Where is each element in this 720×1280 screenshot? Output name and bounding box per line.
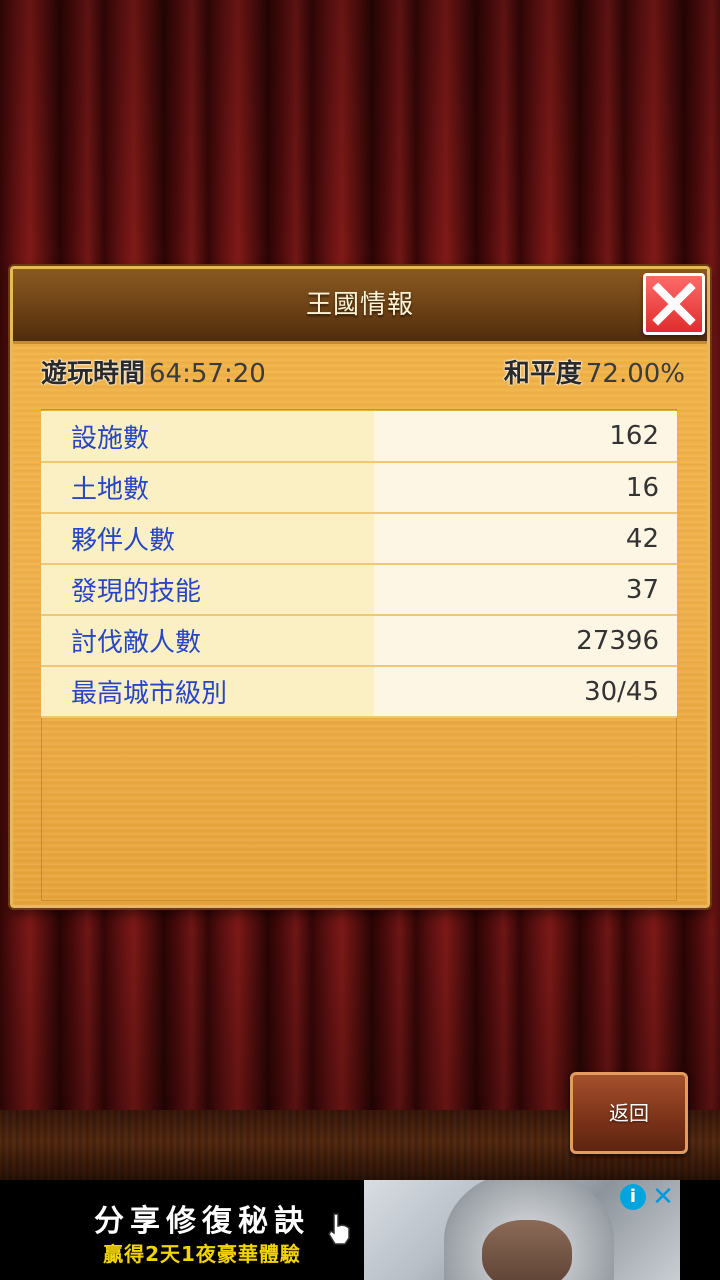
info-icon[interactable]: i — [620, 1184, 646, 1210]
table-row: 土地數 16 — [41, 462, 677, 514]
play-time: 遊玩時間 64:57:20 — [41, 353, 266, 390]
table-row: 發現的技能 37 — [41, 564, 677, 616]
ad-close-icon[interactable]: ✕ — [648, 1182, 678, 1212]
play-time-value: 64:57:20 — [149, 359, 266, 389]
play-time-label: 遊玩時間 — [41, 359, 146, 389]
stat-label: 發現的技能 — [41, 564, 374, 616]
stats-table: 設施數 162 土地數 16 夥伴人數 42 發現的技能 37 討伐敵人數 27… — [41, 411, 677, 718]
peace-label: 和平度 — [503, 359, 582, 389]
panel-header: 王國情報 — [13, 269, 707, 344]
stat-label: 設施數 — [41, 411, 374, 463]
stat-value: 162 — [374, 411, 677, 463]
ad-photo-face — [482, 1220, 572, 1280]
table-row: 夥伴人數 42 — [41, 513, 677, 565]
close-button[interactable] — [643, 273, 705, 335]
table-row: 設施數 162 — [41, 411, 677, 463]
ad-headline: 分享修復秘訣 — [94, 1204, 310, 1239]
stat-label: 最高城市級別 — [41, 666, 374, 718]
stat-value: 27396 — [374, 615, 677, 667]
stat-label: 討伐敵人數 — [41, 615, 374, 667]
stat-value: 16 — [374, 462, 677, 514]
ad-banner[interactable]: 分享修復秘訣 贏得2天1夜豪華體驗 i ✕ — [0, 1180, 720, 1280]
peace-value: 72.00% — [585, 359, 685, 389]
panel-title: 王國情報 — [305, 290, 414, 320]
stat-value: 37 — [374, 564, 677, 616]
table-row: 討伐敵人數 27396 — [41, 615, 677, 667]
peace-level: 和平度 72.00% — [504, 353, 685, 390]
close-icon — [652, 282, 696, 326]
stat-value: 30/45 — [374, 666, 677, 718]
hand-cursor-icon — [328, 1213, 350, 1245]
kingdom-info-panel: 王國情報 遊玩時間 64:57:20 和平度 72.00% 設施數 162 土地數 … — [10, 266, 710, 908]
ad-text-area[interactable]: 分享修復秘訣 贏得2天1夜豪華體驗 — [40, 1180, 364, 1280]
summary-row: 遊玩時間 64:57:20 和平度 72.00% — [41, 353, 685, 393]
back-button[interactable]: 返回 — [570, 1072, 688, 1154]
table-row: 最高城市級別 30/45 — [41, 666, 677, 718]
stat-value: 42 — [374, 513, 677, 565]
stat-label: 夥伴人數 — [41, 513, 374, 565]
stat-label: 土地數 — [41, 462, 374, 514]
ad-subline: 贏得2天1夜豪華體驗 — [103, 1242, 301, 1266]
